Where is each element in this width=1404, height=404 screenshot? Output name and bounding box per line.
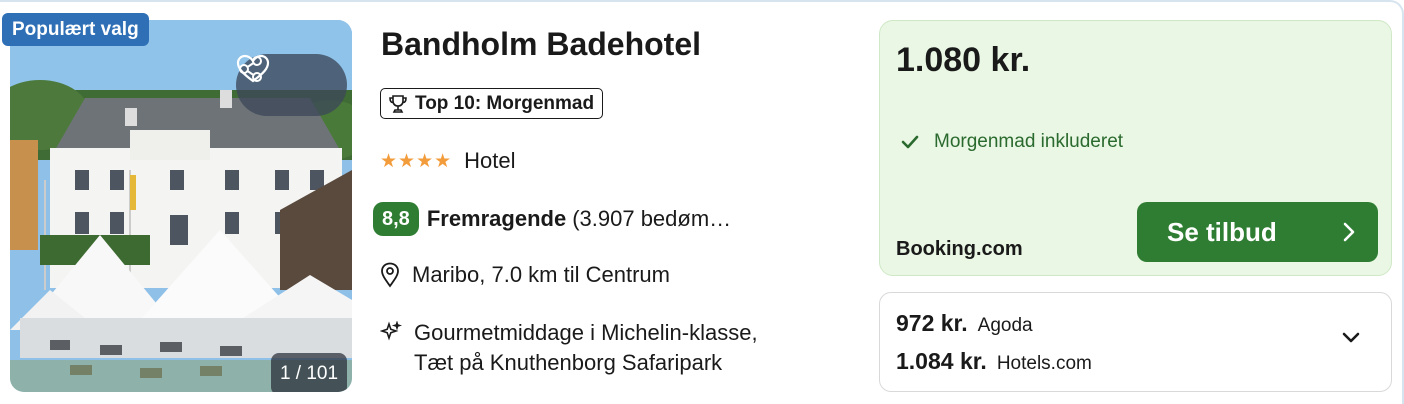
photo-actions xyxy=(236,54,347,116)
offer-price: 1.080 kr. xyxy=(896,41,1031,79)
award-badge: Top 10: Morgenmad xyxy=(380,88,604,119)
alt-price: 1.084 kr. xyxy=(896,348,987,374)
offer-row-agoda[interactable]: 972 kr. Agoda xyxy=(896,310,1033,337)
photo-counter: 1 / 101 xyxy=(271,353,347,392)
highlight-line-2: Tæt på Knuthenborg Safaripark xyxy=(414,350,723,375)
perk-label: Morgenmad inkluderet xyxy=(934,131,1124,152)
heart-icon xyxy=(236,54,270,83)
other-offers[interactable]: 972 kr. Agoda 1.084 kr. Hotels.com xyxy=(879,292,1392,392)
hotel-name[interactable]: Bandholm Badehotel xyxy=(381,26,701,63)
see-offer-label: Se tilbud xyxy=(1167,216,1277,247)
trophy-icon xyxy=(389,94,407,113)
alt-provider: Agoda xyxy=(977,315,1033,336)
chevron-right-icon xyxy=(1343,222,1355,242)
rating-word: Fremragende xyxy=(426,206,567,231)
offer-provider: Booking.com xyxy=(896,238,1023,260)
favorite-button[interactable] xyxy=(236,54,334,105)
hotel-photo[interactable]: 1 / 101 xyxy=(10,20,352,392)
popular-badge: Populært valg xyxy=(2,13,149,46)
see-offer-button[interactable]: Se tilbud xyxy=(1137,202,1378,262)
alt-price: 972 kr. xyxy=(896,310,968,336)
sparkle-icon xyxy=(380,321,402,341)
offer-row-hotels-com[interactable]: 1.084 kr. Hotels.com xyxy=(896,348,1092,375)
map-pin-icon xyxy=(381,262,399,288)
hotel-type: Hotel xyxy=(464,148,516,173)
chevron-down-icon[interactable] xyxy=(1341,331,1361,345)
award-label: Top 10: Morgenmad xyxy=(415,92,595,114)
hotel-class: ★★★★ Hotel xyxy=(380,148,516,174)
rating-score-badge: 8,8 xyxy=(373,202,419,236)
alt-provider: Hotels.com xyxy=(996,353,1092,374)
hotel-card: 1 / 101 Populært valg Bandholm Badehotel… xyxy=(0,0,1404,404)
location-text: Maribo, 7.0 km til Centrum xyxy=(412,262,670,287)
rating-count: (3.907 bedøm… xyxy=(572,206,732,231)
best-offer[interactable]: 1.080 kr. Morgenmad inkluderet Booking.c… xyxy=(879,20,1392,276)
highlights: Gourmetmiddage i Michelin-klasse, Tæt på… xyxy=(380,318,758,378)
offer-perk: Morgenmad inkluderet xyxy=(900,131,1123,153)
star-rating: ★★★★ xyxy=(380,150,453,172)
location[interactable]: Maribo, 7.0 km til Centrum xyxy=(380,262,670,288)
guest-rating[interactable]: 8,8 Fremragende (3.907 bedøm… xyxy=(373,202,731,236)
checkmark-icon xyxy=(901,135,919,149)
highlight-line-1: Gourmetmiddage i Michelin-klasse, xyxy=(414,320,758,345)
